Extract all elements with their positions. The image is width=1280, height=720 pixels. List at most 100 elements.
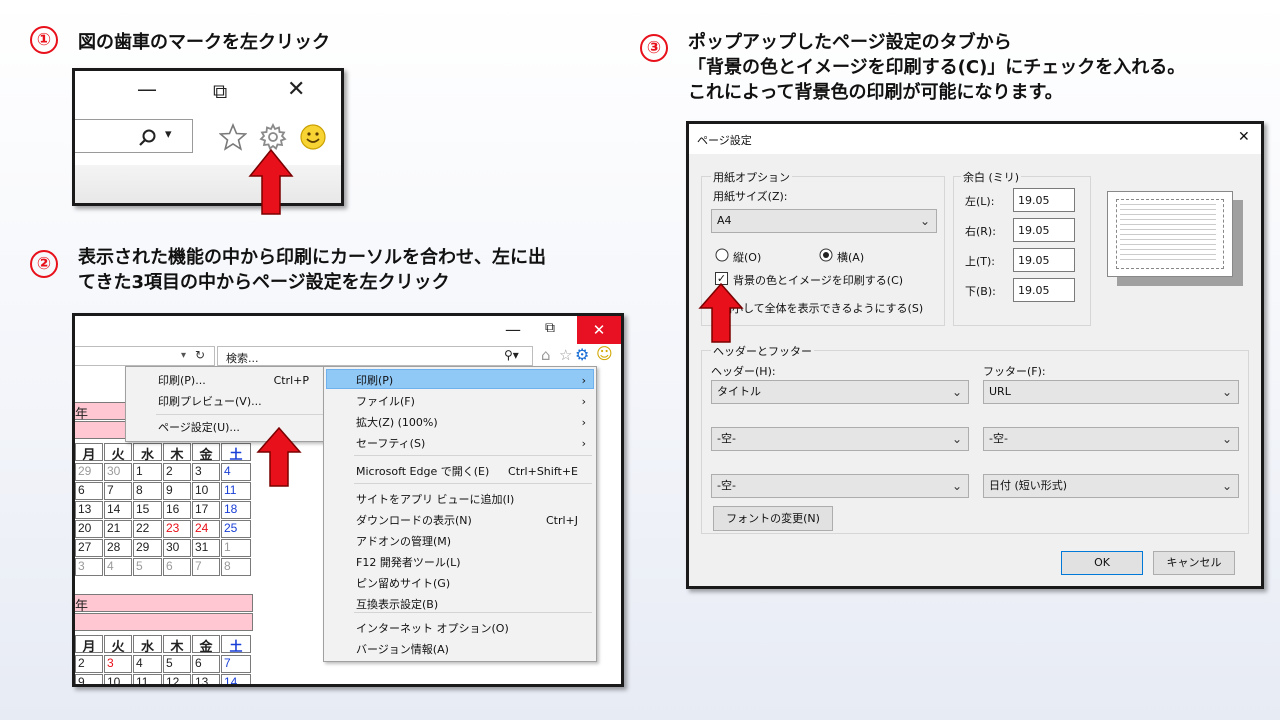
menu-item-file[interactable]: ファイル(F) ›: [324, 391, 596, 412]
calendar-weekday: 火: [104, 635, 132, 655]
menu-item-safety[interactable]: セーフティ(S) ›: [324, 433, 596, 454]
calendar-month-bar-2: [75, 613, 253, 631]
margin-label: 下(B):: [965, 285, 996, 298]
calendar-day-cell: 15: [133, 501, 162, 519]
calendar-day-cell: 25: [221, 520, 251, 538]
home-icon[interactable]: ⌂: [541, 346, 551, 364]
chevron-down-icon: ⌄: [951, 479, 962, 493]
calendar-day-cell: 30: [163, 539, 191, 557]
gear-icon[interactable]: ⚙: [575, 345, 589, 364]
menu-item-manage-addons[interactable]: アドオンの管理(M): [324, 531, 596, 552]
menu-item-open-edge[interactable]: Microsoft Edge で開く(E) Ctrl+Shift+E: [324, 461, 596, 482]
footer-select[interactable]: URL ⌄: [983, 380, 1239, 404]
submenu-item-print[interactable]: 印刷(P)... Ctrl+P: [126, 370, 327, 391]
calendar-day-cell: 5: [163, 655, 191, 673]
calendar-day-cell: 6: [75, 482, 103, 500]
calendar-weekday: 金: [192, 635, 220, 655]
calendar-day-cell: 9: [75, 674, 103, 684]
menu-item-view-downloads[interactable]: ダウンロードの表示(N) Ctrl+J: [324, 510, 596, 531]
menu-item-add-app-view[interactable]: サイトをアプリ ビューに追加(I): [324, 489, 596, 510]
header-select[interactable]: タイトル ⌄: [711, 380, 969, 404]
calendar-day-cell: 13: [192, 674, 220, 684]
calendar-day-cell: 4: [104, 558, 132, 576]
page-preview: [1107, 191, 1233, 277]
margin-input[interactable]: 19.05: [1013, 218, 1075, 242]
landscape-radio[interactable]: [819, 248, 833, 262]
portrait-radio[interactable]: [715, 248, 729, 262]
chevron-down-icon: ⌄: [1221, 432, 1232, 446]
star-icon[interactable]: ☆: [559, 346, 572, 364]
footer-select[interactable]: -空- ⌄: [983, 427, 1239, 451]
step-2-text-line1: 表示された機能の中から印刷にカーソルを合わせ、左に出: [78, 247, 546, 268]
margin-input[interactable]: 19.05: [1013, 188, 1075, 212]
calendar-day-cell: 4: [221, 463, 251, 481]
calendar-weekday: 水: [133, 443, 162, 463]
calendar-day-cell: 29: [75, 463, 103, 481]
step-3-text-line3: これによって背景色の印刷が可能になります。: [688, 82, 1063, 103]
calendar-day-cell: 10: [192, 482, 220, 500]
calendar-day-cell: 28: [104, 539, 132, 557]
calendar-day-cell: 6: [192, 655, 220, 673]
smiley-icon[interactable]: ☺: [596, 344, 613, 363]
header-select[interactable]: -空- ⌄: [711, 427, 969, 451]
chevron-down-icon: ⌄: [951, 432, 962, 446]
menu-item-internet-options[interactable]: インターネット オプション(O): [324, 618, 596, 639]
calendar-day-cell: 8: [221, 558, 251, 576]
menu-item-pinned-sites[interactable]: ピン留めサイト(G): [324, 573, 596, 594]
calendar-day-cell: 3: [192, 463, 220, 481]
search-input[interactable]: 検索... ⚲▾: [217, 346, 533, 366]
close-icon[interactable]: ✕: [287, 77, 305, 102]
submenu-item-print-preview[interactable]: 印刷プレビュー(V)...: [126, 391, 327, 412]
close-button[interactable]: ✕: [577, 316, 621, 344]
search-box[interactable]: ▾: [75, 119, 193, 153]
smiley-icon[interactable]: [299, 123, 327, 151]
restore-icon[interactable]: ⧉: [213, 79, 227, 103]
menu-item-zoom[interactable]: 拡大(Z) (100%) ›: [324, 412, 596, 433]
calendar-day-cell: 30: [104, 463, 132, 481]
chevron-down-icon: ⌄: [1221, 479, 1232, 493]
margins-label: 余白 (ミリ): [961, 169, 1022, 185]
calendar-day-cell: 1: [133, 463, 162, 481]
calendar-day-cell: 5: [133, 558, 162, 576]
header-footer-label: ヘッダーとフッター: [711, 343, 814, 359]
chevron-down-icon[interactable]: ▾: [165, 127, 172, 142]
margin-input[interactable]: 19.05: [1013, 248, 1075, 272]
restore-icon[interactable]: ⧉: [545, 320, 555, 336]
refresh-icon[interactable]: ↻: [195, 348, 205, 362]
calendar-day-cell: 8: [133, 482, 162, 500]
menu-item-about[interactable]: バージョン情報(A): [324, 639, 596, 660]
header-select[interactable]: -空- ⌄: [711, 474, 969, 498]
calendar-weekday: 月: [75, 635, 103, 655]
dialog-close-icon[interactable]: ✕: [1238, 129, 1250, 145]
calendar-day-cell: 14: [221, 674, 251, 684]
calendar-day-cell: 31: [192, 539, 220, 557]
minimize-icon[interactable]: —: [505, 320, 521, 339]
ok-button[interactable]: OK: [1061, 551, 1143, 575]
page-setup-dialog: ページ設定 ✕ 用紙オプション 用紙サイズ(Z): A4 ⌄ 縦(O) 横(A) …: [686, 121, 1264, 589]
calendar-day-cell: 4: [133, 655, 162, 673]
minimize-icon[interactable]: —: [137, 77, 157, 101]
change-font-button[interactable]: フォントの変更(N): [713, 506, 833, 531]
dialog-title-bar: ページ設定 ✕: [689, 124, 1261, 154]
landscape-label: 横(A): [837, 251, 865, 264]
header-label: ヘッダー(H):: [711, 365, 776, 378]
menu-item-print[interactable]: 印刷(P) ›: [324, 370, 596, 391]
search-icon: ⚲▾: [504, 348, 519, 362]
calendar-day-cell: 11: [133, 674, 162, 684]
paper-size-select[interactable]: A4 ⌄: [711, 209, 937, 233]
margin-input[interactable]: 19.05: [1013, 278, 1075, 302]
address-bar[interactable]: ▾ ↻: [75, 346, 215, 366]
calendar-day-cell: 20: [75, 520, 103, 538]
calendar-day-cell: 22: [133, 520, 162, 538]
panel-ie-menu: — ⧉ ✕ ▾ ↻ 検索... ⚲▾ ⌂ ☆ ⚙ ☺ 年 月火水木金土 29 30 1…: [72, 313, 624, 687]
cancel-button[interactable]: キャンセル: [1153, 551, 1235, 575]
footer-select[interactable]: 日付 (短い形式) ⌄: [983, 474, 1239, 498]
red-arrow-up-2: [256, 426, 302, 487]
calendar-weekday: 土: [221, 635, 251, 655]
star-icon[interactable]: [219, 123, 247, 151]
gear-icon[interactable]: [259, 123, 287, 151]
calendar-day-cell: 27: [75, 539, 103, 557]
calendar-weekday: 金: [192, 443, 220, 463]
menu-item-f12-devtools[interactable]: F12 開発者ツール(L): [324, 552, 596, 573]
paper-options-label: 用紙オプション: [711, 169, 792, 185]
